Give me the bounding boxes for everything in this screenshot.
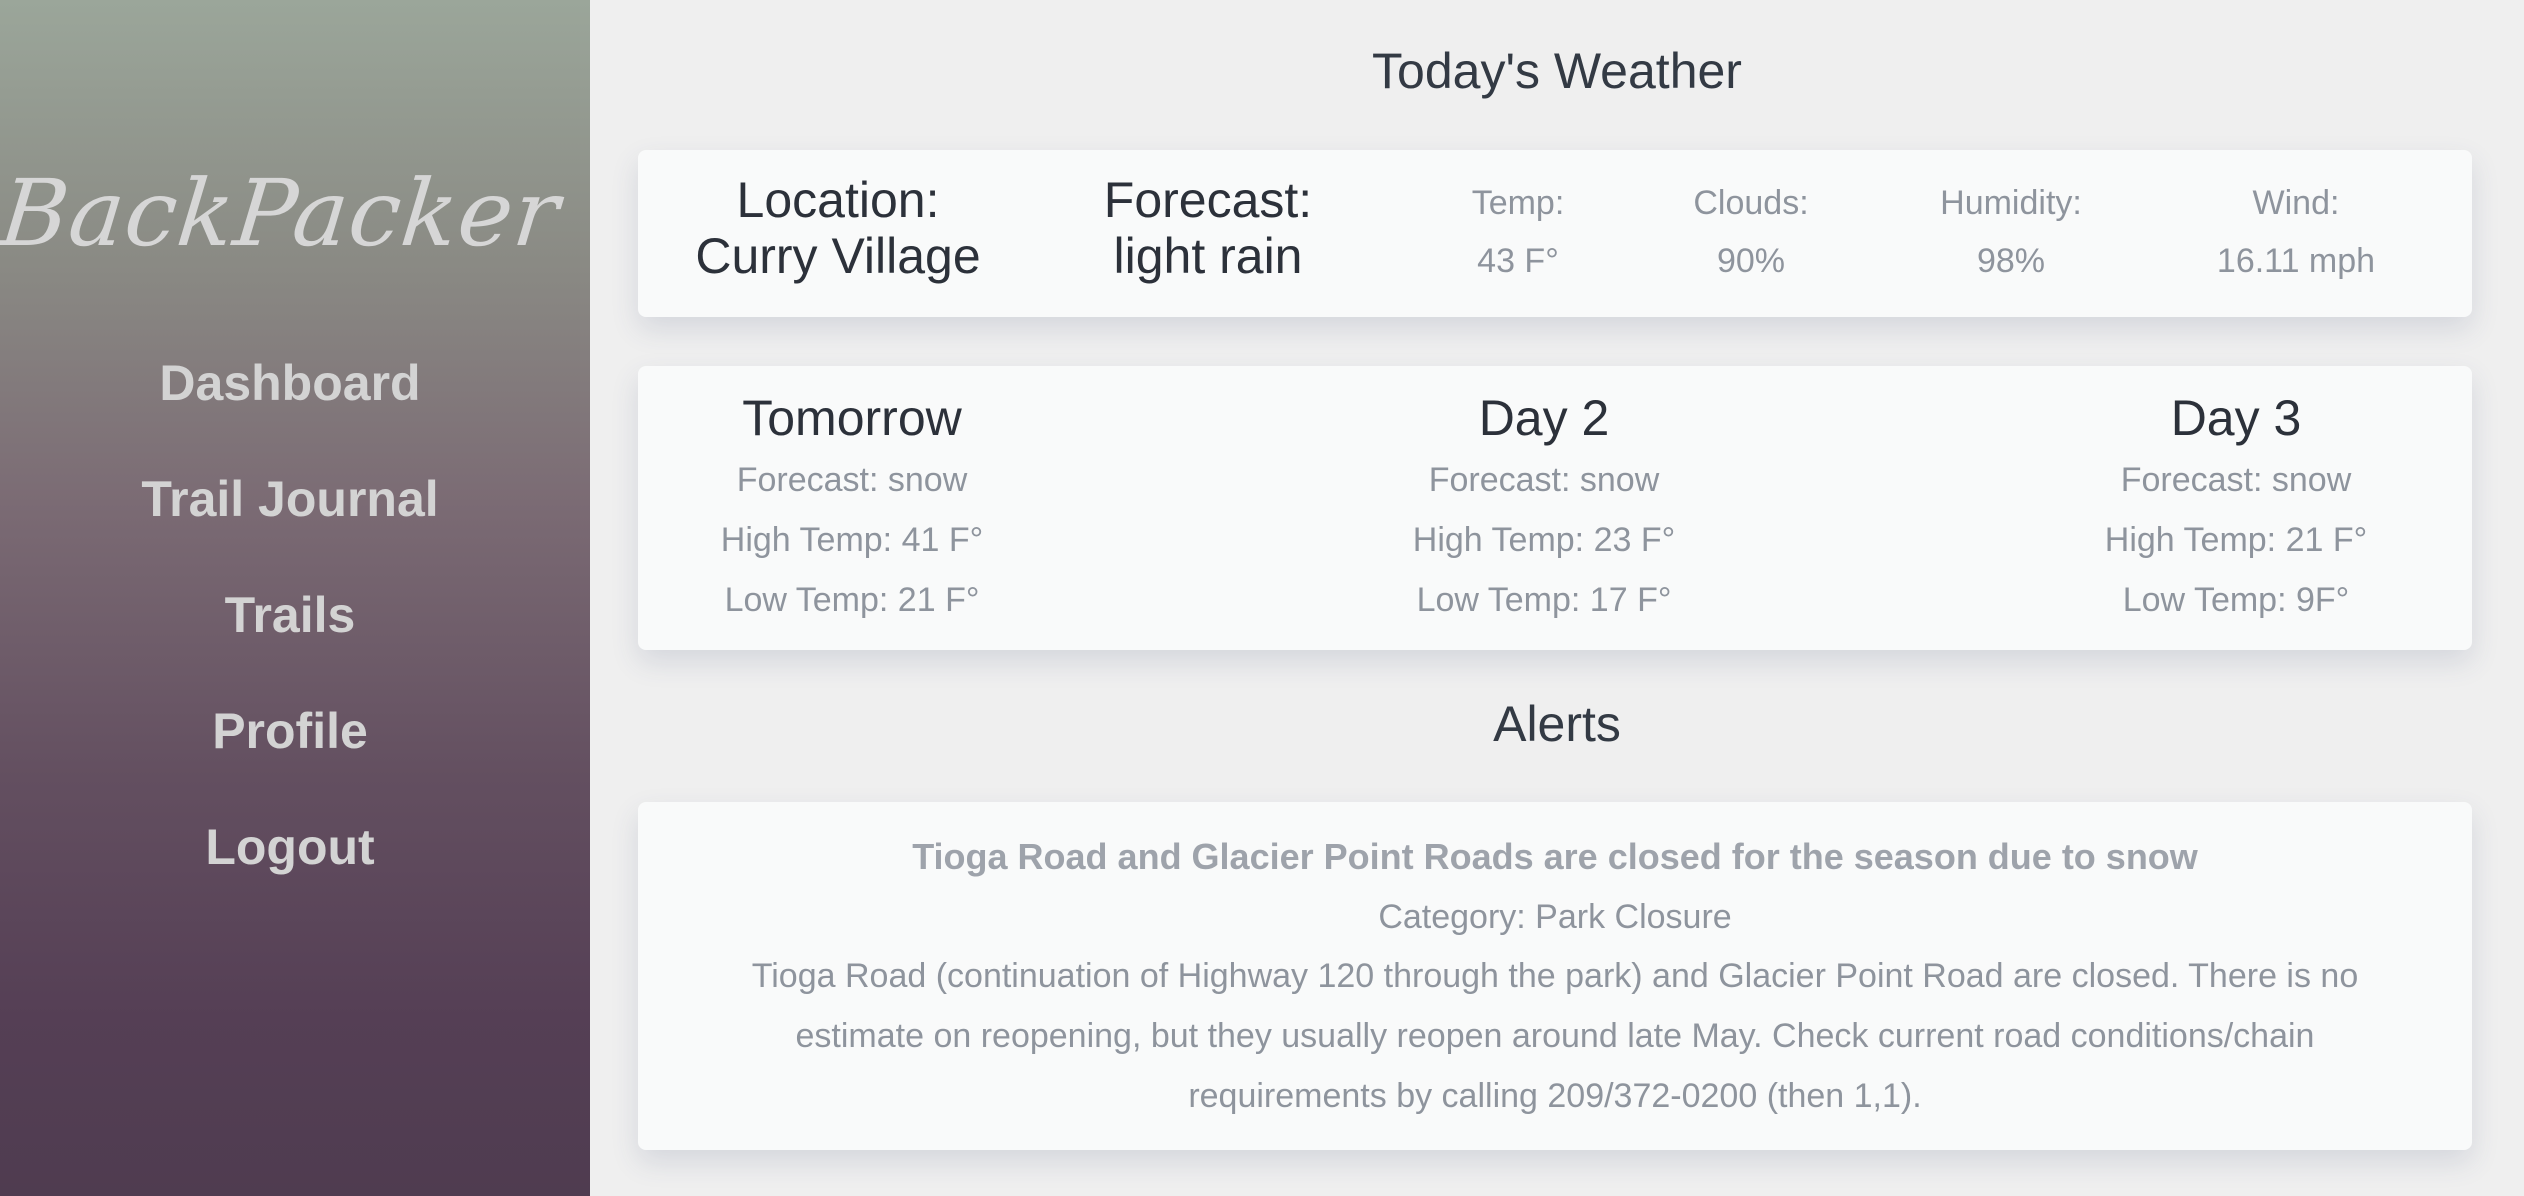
location-value: Curry Village <box>695 228 981 284</box>
today-weather-card: Location: Curry Village Forecast: light … <box>638 150 2472 317</box>
humidity-value: 98% <box>1976 242 2046 280</box>
clouds-label: Clouds: <box>1693 184 1809 222</box>
humidity-block: Humidity: 98% <box>1891 182 2131 282</box>
temp-value: 43 F° <box>1477 242 1559 280</box>
forecast-day-3: Day 3 Forecast: snow High Temp: 21 F° Lo… <box>2036 386 2436 630</box>
day-high-temp: High Temp: 21 F° <box>2104 521 2368 559</box>
alert-headline: Tioga Road and Glacier Point Roads are c… <box>912 836 2198 877</box>
forecast-block: Forecast: light rain <box>1058 172 1358 284</box>
nav-item-profile[interactable]: Profile <box>0 698 580 814</box>
forecast-day-2: Day 2 Forecast: snow High Temp: 23 F° Lo… <box>1344 386 1744 630</box>
main-content: Today's Weather Location: Curry Village … <box>590 0 2524 1196</box>
forecast-day-tomorrow: Tomorrow Forecast: snow High Temp: 41 F°… <box>652 386 1052 630</box>
forecast-label: Forecast: <box>1103 172 1313 228</box>
day-forecast: Forecast: snow <box>736 461 968 499</box>
wind-value: 16.11 mph <box>2216 242 2376 280</box>
todays-weather-heading: Today's Weather <box>1372 43 1742 99</box>
forecast-card: Tomorrow Forecast: snow High Temp: 41 F°… <box>638 366 2472 650</box>
temp-block: Temp: 43 F° <box>1418 182 1618 282</box>
day-low-temp: Low Temp: 17 F° <box>1416 581 1672 619</box>
nav-item-dashboard[interactable]: Dashboard <box>0 350 580 466</box>
temp-label: Temp: <box>1471 184 1565 222</box>
day-forecast: Forecast: snow <box>2120 461 2352 499</box>
wind-label: Wind: <box>2252 184 2340 222</box>
day-low-temp: Low Temp: 21 F° <box>724 581 980 619</box>
day-title: Day 2 <box>1478 390 1610 446</box>
day-title: Day 3 <box>2170 390 2302 446</box>
forecast-value: light rain <box>1113 228 1303 284</box>
sidebar-nav: Dashboard Trail Journal Trails Profile L… <box>0 350 580 930</box>
day-high-temp: High Temp: 23 F° <box>1412 521 1676 559</box>
location-label: Location: <box>736 172 940 228</box>
day-low-temp: Low Temp: 9F° <box>2122 581 2350 619</box>
location-block: Location: Curry Village <box>688 172 988 284</box>
day-forecast: Forecast: snow <box>1428 461 1660 499</box>
humidity-label: Humidity: <box>1940 184 2082 222</box>
alert-category: Category: Park Closure <box>1378 898 1732 936</box>
day-high-temp: High Temp: 41 F° <box>720 521 984 559</box>
nav-item-logout[interactable]: Logout <box>0 814 580 930</box>
day-title: Tomorrow <box>742 390 962 446</box>
nav-item-trails[interactable]: Trails <box>0 582 580 698</box>
sidebar: BackPacker Dashboard Trail Journal Trail… <box>0 0 590 1196</box>
app-logo[interactable]: BackPacker <box>0 160 566 267</box>
clouds-block: Clouds: 90% <box>1651 182 1851 282</box>
wind-block: Wind: 16.11 mph <box>2166 182 2426 282</box>
alert-description: Tioga Road (continuation of Highway 120 … <box>751 957 2359 1115</box>
alert-card: Tioga Road and Glacier Point Roads are c… <box>638 802 2472 1150</box>
alerts-heading: Alerts <box>1493 696 1621 752</box>
nav-item-trail-journal[interactable]: Trail Journal <box>0 466 580 582</box>
clouds-value: 90% <box>1716 242 1786 280</box>
